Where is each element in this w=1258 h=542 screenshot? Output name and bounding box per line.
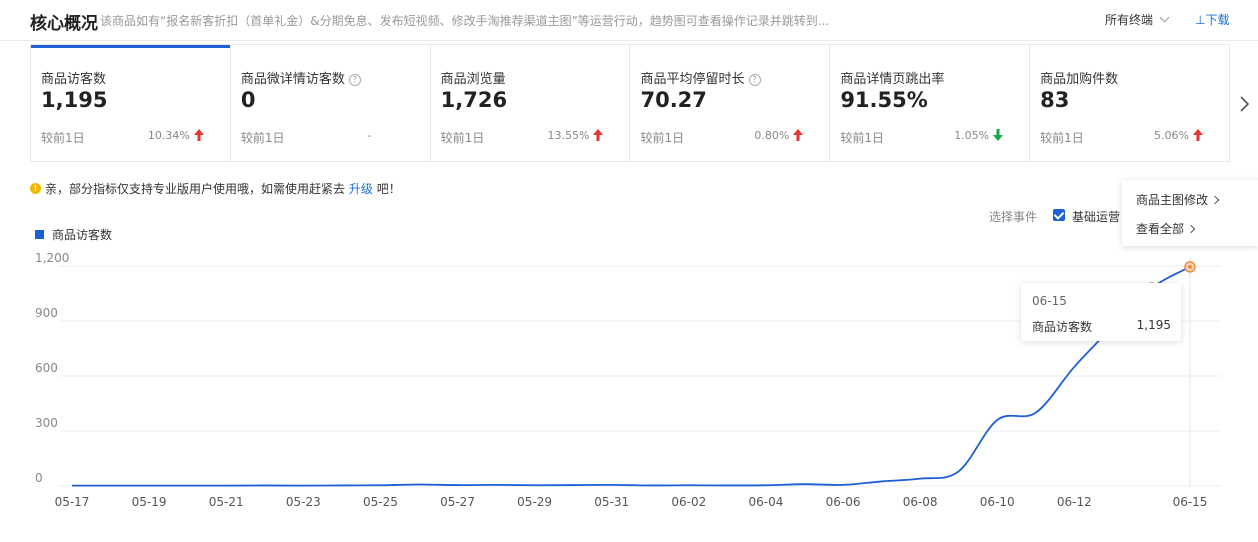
chevron-right-icon xyxy=(1210,195,1220,205)
basic-ops-label[interactable]: 基础运营 xyxy=(1072,208,1122,225)
terminal-select[interactable]: 所有终端 xyxy=(1105,11,1170,28)
x-tick-label: 06-06 xyxy=(826,495,861,509)
x-tick-label: 06-12 xyxy=(1057,495,1092,509)
dropdown-item-view-all[interactable]: 查看全部 xyxy=(1136,220,1196,237)
metric-label: 商品浏览量 xyxy=(440,72,506,87)
metric-card[interactable]: 商品微详情访客数? 0 较前1日 - xyxy=(229,45,430,162)
metric-label: 商品微详情访客数 xyxy=(240,72,345,87)
x-tick-label: 05-25 xyxy=(363,495,398,509)
metric-value: 1,726 xyxy=(440,88,508,112)
metric-label-wrap: 商品平均停留时长? xyxy=(640,68,761,87)
metric-change: 10.34% xyxy=(147,129,190,142)
metric-value: 83 xyxy=(1040,88,1070,112)
y-tick-label: 0 xyxy=(35,471,43,485)
chevron-down-icon xyxy=(1159,12,1170,23)
select-event-label: 选择事件 xyxy=(989,210,1038,224)
tooltip-series: 商品访客数 xyxy=(1032,320,1093,334)
x-tick-label: 06-10 xyxy=(980,495,1015,509)
chart-tooltip: 06-15 商品访客数 1,195 xyxy=(1021,283,1181,341)
metric-compare: 较前1日 xyxy=(440,131,485,145)
header-description: 该商品如有“报名新客折扣（首单礼金）&分期免息、发布短视频、修改手淘推荐渠道主图… xyxy=(100,14,830,28)
metrics-row: 商品访客数 1,195 较前1日 10.34% 商品微详情访客数? 0 较前1日… xyxy=(30,44,1230,162)
x-tick-label: 05-29 xyxy=(517,495,552,509)
warning-icon: ! xyxy=(30,183,41,194)
arrow-up-icon xyxy=(193,129,204,141)
x-tick-label: 06-02 xyxy=(671,495,706,509)
x-tick-label: 06-15 xyxy=(1173,495,1208,509)
metric-card[interactable]: 商品访客数 1,195 较前1日 10.34% xyxy=(30,45,231,162)
y-tick-label: 1,200 xyxy=(35,251,69,265)
chevron-right-icon xyxy=(1186,224,1196,234)
dropdown-item-main-image[interactable]: 商品主图修改 xyxy=(1136,191,1220,208)
header: 核心概况 该商品如有“报名新客折扣（首单礼金）&分期免息、发布短视频、修改手淘推… xyxy=(0,0,1258,41)
metric-label: 商品访客数 xyxy=(41,72,107,87)
y-tick-label: 600 xyxy=(35,361,58,375)
metric-value: 0 xyxy=(240,88,256,112)
dropdown-item-label: 查看全部 xyxy=(1136,222,1185,236)
metric-compare: 较前1日 xyxy=(41,131,85,145)
upgrade-notice: ! 亲，部分指标仅支持专业版用户使用哦，如需使用赶紧去 升级 吧！ xyxy=(30,180,401,197)
metric-change: - xyxy=(367,129,372,142)
metric-change: 13.55% xyxy=(547,129,590,142)
x-tick-label: 05-17 xyxy=(55,495,90,509)
metric-label: 商品详情页跳出率 xyxy=(840,72,945,87)
download-link[interactable]: ⊥下载 xyxy=(1195,11,1229,28)
metric-card[interactable]: 商品浏览量 1,726 较前1日 13.55% xyxy=(429,45,630,162)
arrow-up-icon xyxy=(793,129,804,141)
arrow-up-icon xyxy=(1192,129,1203,141)
legend-swatch xyxy=(35,230,44,239)
terminal-select-label: 所有终端 xyxy=(1105,13,1154,27)
arrow-up-icon xyxy=(593,129,604,141)
metric-value: 91.55% xyxy=(840,88,928,112)
metric-compare: 较前1日 xyxy=(640,131,685,145)
chevron-right-icon[interactable] xyxy=(1238,96,1250,112)
dropdown-item-label: 商品主图修改 xyxy=(1136,193,1209,207)
basic-ops-checkbox[interactable] xyxy=(1053,209,1065,221)
upgrade-link[interactable]: 升级 xyxy=(349,182,373,196)
x-tick-label: 06-08 xyxy=(903,495,938,509)
x-tick-label: 05-31 xyxy=(594,495,629,509)
download-label: 下载 xyxy=(1205,13,1230,27)
metric-compare: 较前1日 xyxy=(1040,131,1084,145)
help-icon[interactable]: ? xyxy=(748,74,761,86)
metric-change: 1.05% xyxy=(954,129,990,142)
metric-value: 1,195 xyxy=(41,88,108,112)
page-title: 核心概况 xyxy=(30,14,98,34)
x-tick-label: 05-27 xyxy=(440,495,475,509)
metric-value: 70.27 xyxy=(640,88,707,112)
notice-text: 亲，部分指标仅支持专业版用户使用哦，如需使用赶紧去 xyxy=(45,182,346,196)
x-tick-label: 05-21 xyxy=(209,495,244,509)
metric-card[interactable]: 商品平均停留时长? 70.27 较前1日 0.80% xyxy=(629,45,829,162)
tooltip-value: 1,195 xyxy=(1136,318,1171,332)
arrow-down-icon xyxy=(993,129,1004,141)
download-icon: ⊥ xyxy=(1195,13,1206,27)
x-tick-label: 05-23 xyxy=(286,495,321,509)
metric-compare: 较前1日 xyxy=(840,131,884,145)
metric-compare: 较前1日 xyxy=(240,131,285,145)
data-point-marker-core xyxy=(1188,264,1192,269)
x-tick-label: 06-04 xyxy=(748,495,783,509)
metric-change: 0.80% xyxy=(754,129,790,142)
y-tick-label: 300 xyxy=(35,416,58,430)
help-icon[interactable]: ? xyxy=(348,74,361,86)
tooltip-date: 06-15 xyxy=(1032,294,1067,308)
metric-card[interactable]: 商品加购件数 83 较前1日 5.06% xyxy=(1029,45,1229,162)
metric-change: 5.06% xyxy=(1154,129,1189,142)
metric-label-wrap: 商品微详情访客数? xyxy=(241,68,361,87)
metric-card[interactable]: 商品详情页跳出率 91.55% 较前1日 1.05% xyxy=(829,45,1029,162)
metric-label: 商品平均停留时长 xyxy=(640,72,745,87)
event-dropdown: 商品主图修改 查看全部 xyxy=(1122,180,1258,246)
metric-label: 商品加购件数 xyxy=(1040,72,1119,87)
notice-text-after: 吧！ xyxy=(376,182,401,196)
y-tick-label: 900 xyxy=(35,306,58,320)
x-tick-label: 05-19 xyxy=(132,495,167,509)
